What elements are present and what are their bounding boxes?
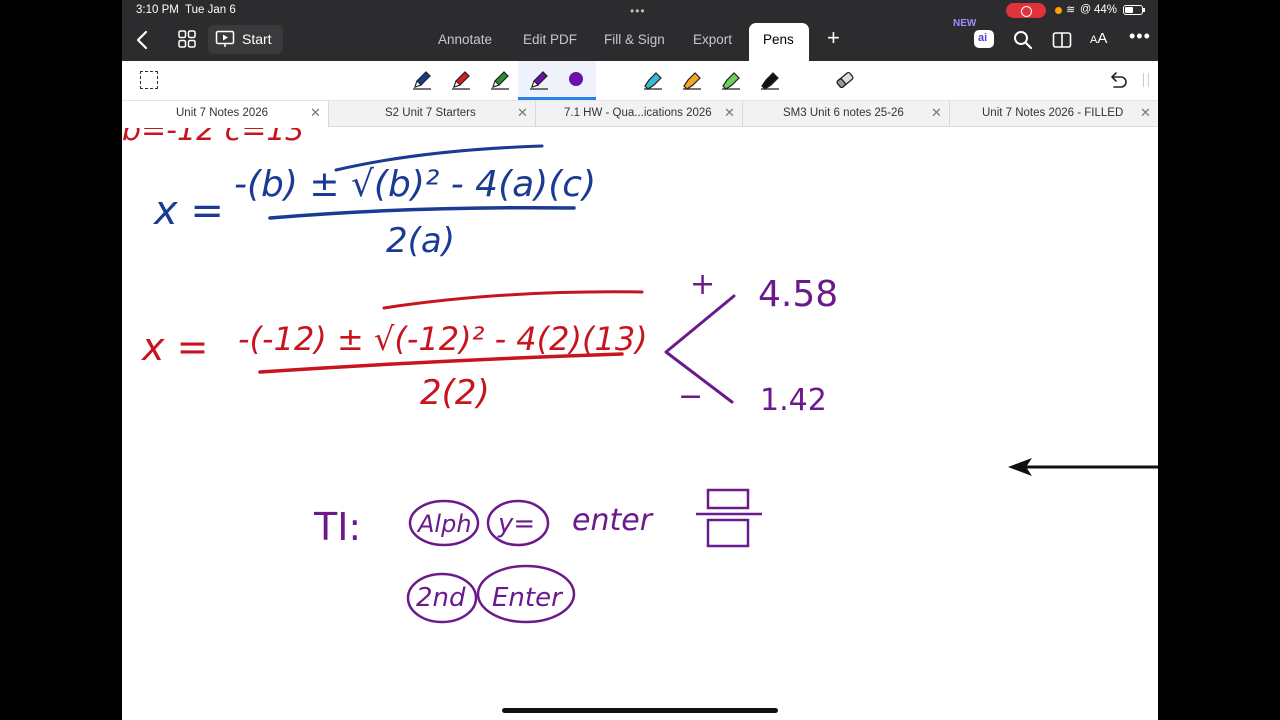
presentation-icon	[215, 30, 235, 47]
result-plus-text: 4.58	[758, 274, 838, 315]
2nd-key-text: 2nd	[416, 583, 466, 613]
substitution-denominator-text: 2(2)	[420, 373, 490, 413]
tab-edit-pdf[interactable]: Edit PDF	[523, 32, 577, 47]
pen-color-swatch[interactable]	[569, 72, 583, 86]
ai-assistant-button[interactable]: ai	[974, 30, 994, 48]
cyan-highlighter-icon[interactable]	[641, 68, 665, 92]
formula-fraction-bar	[268, 205, 576, 220]
lasso-select-icon[interactable]	[140, 71, 158, 89]
red-pen-icon[interactable]	[449, 68, 473, 92]
status-date: Tue Jan 6	[185, 4, 236, 16]
multitask-dots-icon[interactable]: •••	[630, 4, 646, 18]
green-highlighter-icon[interactable]	[719, 68, 743, 92]
add-tab-icon[interactable]: +	[827, 27, 840, 49]
close-icon[interactable]: ✕	[517, 105, 528, 121]
doc-tab-label: Unit 7 Notes 2026	[176, 107, 269, 119]
doc-tab-label: Unit 7 Notes 2026 - FILLED	[982, 107, 1124, 119]
selected-pen-underline	[518, 97, 596, 100]
enter-key-text: Enter	[492, 583, 564, 613]
note-canvas[interactable]: b=-12 c=13 x = -(b) ± √(b)² - 4(a)(c) 2(…	[122, 128, 1158, 720]
y-equals-key-text: y=	[497, 509, 535, 539]
home-indicator[interactable]	[502, 708, 778, 713]
doc-tab-label: 7.1 HW - Qua...ications 2026	[564, 107, 712, 119]
green-pen-icon[interactable]	[488, 68, 512, 92]
screen-recording-icon[interactable]	[1006, 3, 1046, 18]
undo-icon[interactable]	[1108, 71, 1128, 89]
purple-pen-icon[interactable]	[527, 68, 551, 92]
blue-pen-icon[interactable]	[410, 68, 434, 92]
reading-mode-icon[interactable]	[1052, 31, 1072, 49]
close-icon[interactable]: ✕	[310, 105, 321, 121]
formula-numerator-text: -(b) ± √(b)² - 4(a)(c)	[234, 164, 596, 205]
doc-tab-7-1-hw[interactable]: 7.1 HW - Qua...ications 2026 ✕	[536, 101, 743, 127]
tab-pens[interactable]: Pens	[749, 23, 809, 61]
close-icon[interactable]: ✕	[1140, 105, 1151, 121]
partial-coefficients-text: b=-12 c=13	[122, 128, 305, 148]
wifi-icon: ≋	[1066, 4, 1076, 16]
top-bar: 3:10 PM Tue Jan 6 ••• ≋ @ 44% Start Anno…	[122, 0, 1158, 61]
doc-tab-sm3-unit6[interactable]: SM3 Unit 6 notes 25-26 ✕	[743, 101, 950, 127]
doc-tab-label: SM3 Unit 6 notes 25-26	[783, 107, 904, 119]
doc-tab-unit7-filled[interactable]: Unit 7 Notes 2026 - FILLED ✕	[950, 101, 1158, 127]
grid-view-icon[interactable]	[177, 29, 197, 49]
document-tab-bar: Unit 7 Notes 2026 ✕ S2 Unit 7 Starters ✕…	[122, 101, 1158, 127]
close-icon[interactable]: ✕	[724, 105, 735, 121]
tab-export[interactable]: Export	[693, 32, 732, 47]
result-minus-text: 1.42	[760, 383, 827, 418]
toolbar-drag-handle[interactable]	[1143, 73, 1149, 87]
doc-tab-label: S2 Unit 7 Starters	[385, 107, 476, 119]
ai-label: ai	[978, 32, 988, 44]
status-time: 3:10 PM	[136, 4, 179, 16]
substitution-radical-bar	[382, 290, 644, 310]
ti-label-text: TI:	[313, 505, 361, 549]
app-window: 3:10 PM Tue Jan 6 ••• ≋ @ 44% Start Anno…	[122, 0, 1158, 720]
eraser-icon[interactable]	[833, 68, 857, 92]
enter-word-text: enter	[572, 503, 654, 538]
substitution-numerator-text: -(-12) ± √(-12)² - 4(2)(13)	[238, 320, 648, 358]
tab-pens-label: Pens	[763, 32, 794, 47]
fraction-template-icon	[696, 488, 762, 548]
alph-key-text: Alph	[416, 510, 472, 538]
minus-sign-text: −	[678, 379, 703, 414]
formula-denominator-text: 2(a)	[386, 221, 455, 261]
close-icon[interactable]: ✕	[931, 105, 942, 121]
tab-annotate[interactable]: Annotate	[438, 32, 492, 47]
new-badge: NEW	[953, 18, 977, 29]
substitution-lhs-text: x =	[141, 325, 208, 369]
start-presentation-button[interactable]: Start	[208, 25, 283, 54]
orange-highlighter-icon[interactable]	[680, 68, 704, 92]
tab-fill-sign[interactable]: Fill & Sign	[604, 32, 665, 47]
doc-tab-unit7-notes[interactable]: Unit 7 Notes 2026 ✕	[122, 101, 329, 127]
start-label: Start	[242, 31, 272, 47]
formula-lhs-text: x =	[152, 188, 224, 234]
mic-indicator-icon	[1055, 7, 1062, 14]
orientation-lock-icon: @	[1080, 3, 1092, 15]
battery-icon	[1123, 5, 1145, 15]
more-options-icon[interactable]: •••	[1129, 26, 1151, 47]
search-icon[interactable]	[1013, 30, 1033, 50]
battery-percent: 44%	[1094, 4, 1118, 16]
pen-toolbar	[122, 61, 1158, 101]
plus-sign-text: +	[690, 267, 715, 302]
doc-tab-s2-unit7-starters[interactable]: S2 Unit 7 Starters ✕	[329, 101, 536, 127]
text-size-icon[interactable]: AA	[1090, 30, 1107, 47]
back-chevron-icon[interactable]	[134, 29, 150, 51]
black-highlighter-icon[interactable]	[758, 68, 782, 92]
